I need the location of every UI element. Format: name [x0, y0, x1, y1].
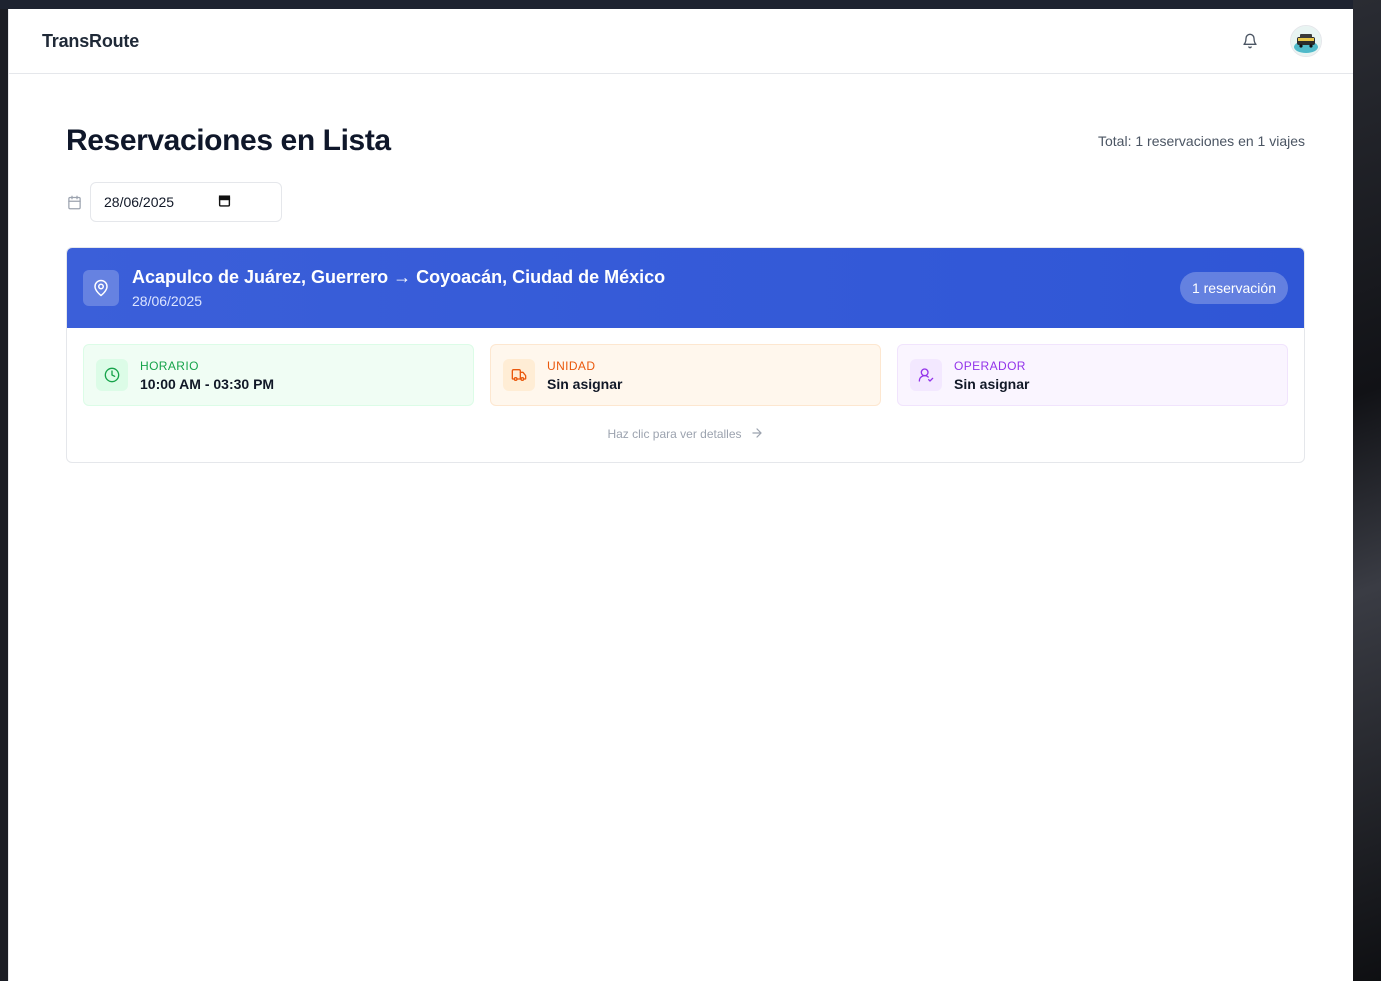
truck-icon [503, 359, 535, 391]
date-input-value: 28/06/2025 [104, 194, 175, 210]
desktop-background [1353, 0, 1381, 981]
page-title: Reservaciones en Lista [66, 124, 391, 157]
arrow-right-icon [750, 426, 764, 443]
bell-icon[interactable] [1238, 29, 1262, 53]
main-content: Reservaciones en Lista Total: 1 reservac… [9, 74, 1353, 463]
trip-route: Acapulco de Juárez, Guerrero → Coyoacán,… [132, 267, 666, 287]
trip-tiles: HORARIO 10:00 AM - 03:30 PM UNIDAD Sin a… [67, 328, 1304, 406]
operator-tile: OPERADOR Sin asignar [897, 344, 1288, 406]
date-input[interactable]: 28/06/2025 [90, 182, 282, 222]
trip-card[interactable]: Acapulco de Juárez, Guerrero → Coyoacán,… [66, 247, 1305, 463]
operator-value: Sin asignar [954, 375, 1030, 392]
unit-tile: UNIDAD Sin asignar [490, 344, 881, 406]
unit-value: Sin asignar [547, 375, 623, 392]
schedule-tile: HORARIO 10:00 AM - 03:30 PM [83, 344, 474, 406]
date-filter: 28/06/2025 [66, 182, 1305, 222]
page-header: Reservaciones en Lista Total: 1 reservac… [66, 124, 1305, 158]
unit-label: UNIDAD [547, 358, 596, 373]
operator-label: OPERADOR [954, 358, 1026, 373]
trip-header-left: Acapulco de Juárez, Guerrero → Coyoacán,… [83, 267, 665, 309]
app-window: TransRoute Reservaciones en Lista Total:… [8, 9, 1353, 981]
calendar-icon [66, 194, 82, 210]
brand-logo[interactable]: TransRoute [42, 31, 139, 52]
map-pin-icon [83, 270, 119, 306]
top-navbar: TransRoute [9, 9, 1353, 74]
view-details-link[interactable]: Haz clic para ver detalles [67, 406, 1304, 462]
user-check-icon [910, 359, 942, 391]
reservation-count-badge: 1 reservación [1179, 272, 1288, 304]
clock-icon [96, 359, 128, 391]
trip-card-header: Acapulco de Juárez, Guerrero → Coyoacán,… [67, 248, 1304, 328]
avatar[interactable] [1290, 25, 1322, 57]
schedule-label: HORARIO [140, 358, 199, 373]
view-details-text: Haz clic para ver detalles [607, 427, 742, 441]
top-actions [1238, 25, 1322, 57]
total-summary: Total: 1 reservaciones en 1 viajes [1098, 133, 1305, 149]
trip-info: Acapulco de Juárez, Guerrero → Coyoacán,… [132, 267, 665, 309]
desktop-top-bar [0, 0, 1353, 9]
date-picker-icon[interactable] [218, 194, 231, 210]
schedule-value: 10:00 AM - 03:30 PM [140, 375, 275, 392]
trip-date: 28/06/2025 [132, 293, 203, 309]
